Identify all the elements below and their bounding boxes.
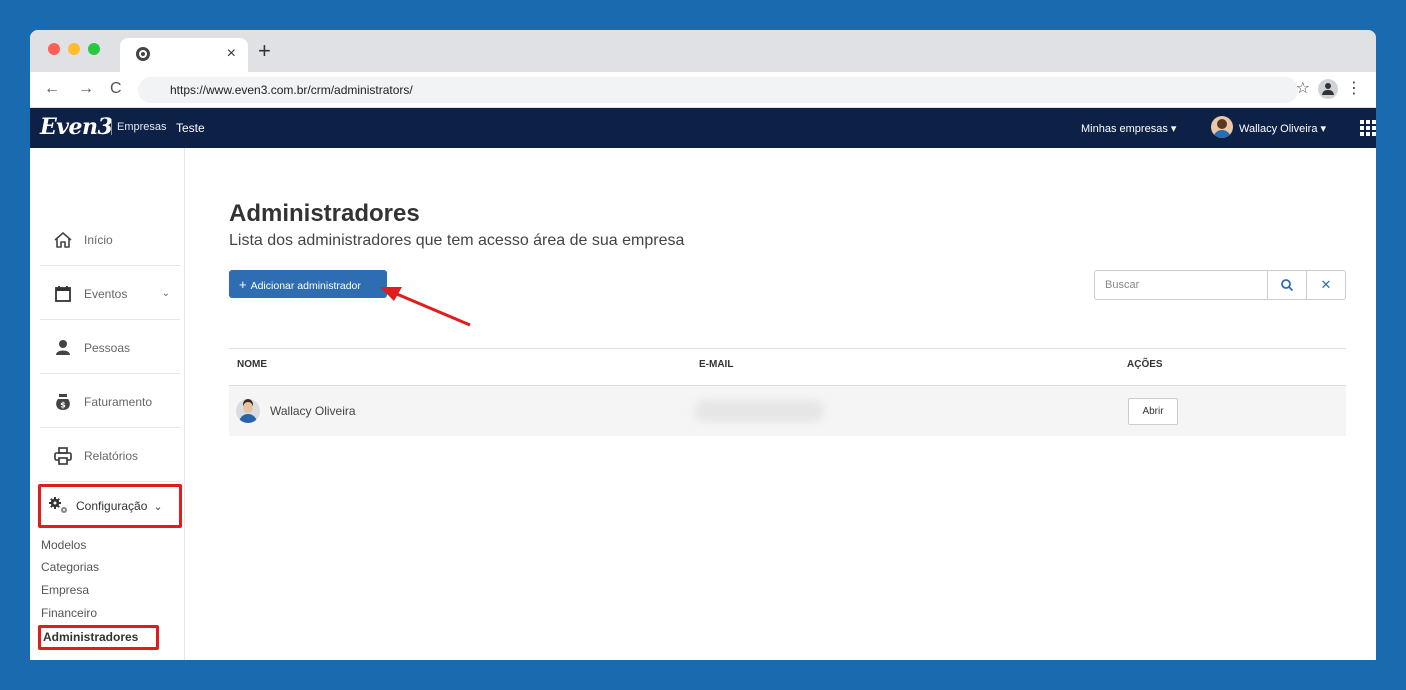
section-label: Empresas	[117, 121, 167, 133]
admin-name: Wallacy Oliveira	[270, 404, 356, 418]
search-icon	[1281, 279, 1294, 292]
search-input[interactable]	[1094, 270, 1268, 300]
maximize-window-button[interactable]	[88, 43, 100, 55]
chevron-down-icon: ⌄	[161, 288, 170, 299]
browser-tab[interactable]: ×	[120, 38, 248, 72]
user-avatar[interactable]	[1211, 116, 1233, 138]
sidebar-item-label: Eventos	[84, 286, 128, 301]
sidebar-subitem-administradores[interactable]: Administradores	[38, 625, 159, 650]
sidebar-subitem-empresa[interactable]: Empresa	[41, 583, 89, 597]
browser-profile-icon[interactable]	[1318, 79, 1338, 99]
sidebar-item-label: Configuração	[76, 499, 148, 513]
forward-button[interactable]: →	[78, 79, 94, 99]
table-header: NOME E-MAIL AÇÕES	[229, 348, 1346, 385]
sidebar-item-pessoas[interactable]: Pessoas	[40, 322, 180, 374]
browser-menu-icon[interactable]: ⋮	[1346, 79, 1362, 99]
column-header-acoes: AÇÕES	[1127, 359, 1163, 370]
clear-search-button[interactable]: ✕	[1306, 270, 1346, 300]
close-icon: ✕	[1320, 277, 1332, 292]
column-header-nome: NOME	[237, 359, 267, 370]
apps-grid-icon[interactable]	[1360, 120, 1376, 136]
reload-button[interactable]: C	[110, 79, 122, 99]
browser-toolbar: ← → C ☆ ⋮	[30, 72, 1376, 108]
chrome-favicon-icon	[136, 47, 150, 61]
sidebar-item-inicio[interactable]: Início	[40, 214, 180, 266]
person-icon	[52, 337, 74, 359]
column-header-email: E-MAIL	[699, 359, 734, 370]
close-window-button[interactable]	[48, 43, 60, 55]
administrators-table: NOME E-MAIL AÇÕES Wallacy Oliveira Abrir	[229, 348, 1346, 436]
blurred-email	[694, 400, 824, 422]
logo-divider	[111, 119, 112, 135]
sidebar-subitem-modelos[interactable]: Modelos	[41, 538, 86, 552]
open-admin-button[interactable]: Abrir	[1128, 398, 1178, 425]
table-row: Wallacy Oliveira Abrir	[229, 385, 1346, 436]
companies-dropdown[interactable]: Minhas empresas ▾	[1081, 122, 1176, 135]
company-name: Teste	[176, 121, 205, 135]
sidebar-subitem-categorias[interactable]: Categorias	[41, 560, 99, 574]
app-header: Even3 Empresas Teste Minhas empresas ▾ W…	[30, 108, 1376, 148]
back-button[interactable]: ←	[44, 79, 60, 99]
svg-text:$: $	[60, 400, 66, 409]
search-button[interactable]	[1267, 270, 1307, 300]
chevron-down-icon: ⌄	[153, 500, 163, 513]
sidebar: Início Eventos ⌄ Pessoas $ Faturamento R…	[30, 148, 185, 660]
sidebar-item-label: Relatórios	[84, 448, 139, 463]
avatar	[236, 399, 260, 423]
calendar-icon	[52, 283, 74, 305]
tab-close-icon[interactable]: ×	[227, 44, 236, 64]
minimize-window-button[interactable]	[68, 43, 80, 55]
sidebar-item-configuracao[interactable]: Configuração ⌄	[38, 484, 182, 528]
money-bag-icon: $	[52, 391, 74, 413]
add-administrator-label: Adicionar administrador	[250, 279, 361, 292]
main-content: Administradores Lista dos administradore…	[185, 148, 1376, 660]
even3-logo[interactable]: Even3	[40, 114, 113, 140]
url-input[interactable]	[170, 81, 1070, 99]
sidebar-item-label: Pessoas	[84, 340, 131, 355]
browser-window: × + ← → C ☆ ⋮ Even3 Empresas Teste Minha…	[30, 30, 1376, 660]
window-controls	[48, 43, 100, 55]
sidebar-item-label: Faturamento	[84, 394, 153, 409]
user-dropdown[interactable]: Wallacy Oliveira ▾	[1239, 122, 1326, 135]
plus-icon: +	[239, 276, 247, 292]
page-title: Administradores	[229, 200, 420, 227]
sidebar-subitem-financeiro[interactable]: Financeiro	[41, 606, 97, 620]
sidebar-item-relatorios[interactable]: Relatórios	[40, 430, 180, 482]
gears-icon	[48, 495, 70, 517]
page-subtitle: Lista dos administradores que tem acesso…	[229, 232, 685, 249]
bookmark-star-icon[interactable]: ☆	[1296, 79, 1310, 99]
address-bar[interactable]	[138, 77, 1298, 103]
sidebar-item-label: Início	[84, 232, 113, 247]
new-tab-button[interactable]: +	[258, 40, 271, 62]
add-administrator-button[interactable]: + Adicionar administrador	[229, 270, 387, 298]
sidebar-item-eventos[interactable]: Eventos ⌄	[40, 268, 180, 320]
sidebar-item-faturamento[interactable]: $ Faturamento	[40, 376, 180, 428]
tab-strip: × +	[30, 30, 1376, 72]
printer-icon	[52, 445, 74, 467]
home-icon	[52, 229, 74, 251]
